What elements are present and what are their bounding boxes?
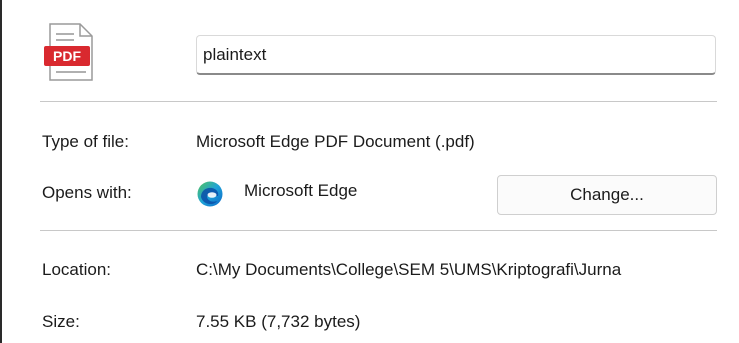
pdf-icon-label: PDF	[53, 48, 81, 64]
panel-left-border	[0, 0, 2, 343]
location-value[interactable]: C:\My Documents\College\SEM 5\UMS\Kripto…	[196, 260, 723, 280]
change-button[interactable]: Change...	[497, 175, 717, 215]
size-value: 7.55 KB (7,732 bytes)	[196, 312, 361, 331]
pdf-file-icon: PDF	[44, 23, 93, 81]
type-of-file-value: Microsoft Edge PDF Document (.pdf)	[196, 132, 475, 151]
divider	[40, 230, 717, 231]
opens-with-label: Opens with:	[42, 183, 132, 202]
microsoft-edge-icon	[197, 181, 223, 207]
type-of-file-label: Type of file:	[42, 132, 129, 151]
location-label: Location:	[42, 260, 111, 279]
file-name-input[interactable]	[196, 35, 716, 75]
size-label: Size:	[42, 312, 80, 331]
opens-with-app-name: Microsoft Edge	[244, 181, 358, 200]
divider	[40, 101, 717, 102]
